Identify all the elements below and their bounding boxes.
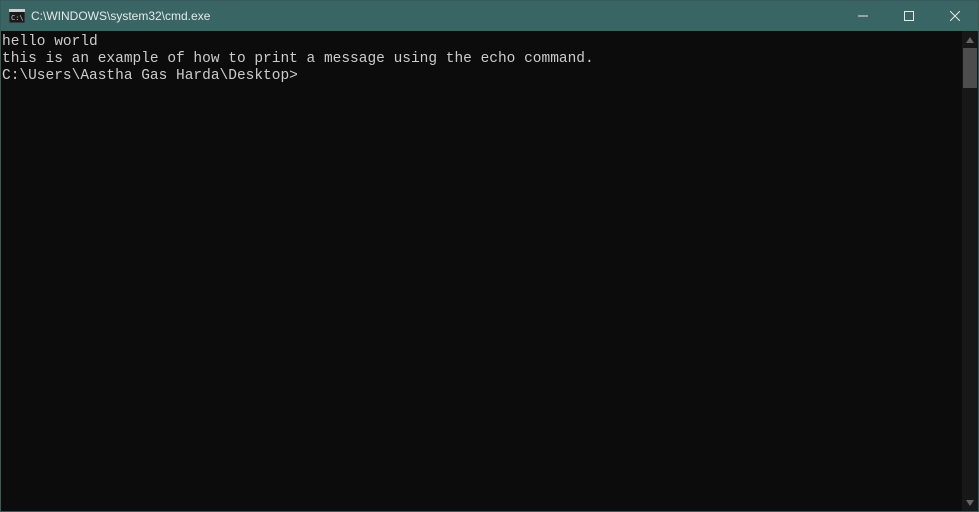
window-controls (840, 1, 978, 31)
scroll-thumb[interactable] (963, 48, 977, 88)
minimize-button[interactable] (840, 1, 886, 31)
svg-text:C:\: C:\ (11, 14, 24, 22)
close-button[interactable] (932, 1, 978, 31)
prompt-line: C:\Users\Aastha Gas Harda\Desktop> (2, 68, 961, 85)
content-area: hello worldthis is an example of how to … (1, 31, 978, 511)
scroll-up-arrow[interactable] (962, 31, 978, 48)
terminal-output[interactable]: hello worldthis is an example of how to … (1, 31, 962, 511)
titlebar[interactable]: C:\ C:\WINDOWS\system32\cmd.exe (1, 1, 978, 31)
maximize-button[interactable] (886, 1, 932, 31)
scroll-down-arrow[interactable] (962, 494, 978, 511)
window-title: C:\WINDOWS\system32\cmd.exe (31, 9, 840, 23)
vertical-scrollbar[interactable] (962, 31, 978, 511)
output-line: hello world (2, 34, 961, 51)
cmd-window: C:\ C:\WINDOWS\system32\cmd.exe hello wo… (0, 0, 979, 512)
output-line: this is an example of how to print a mes… (2, 51, 961, 68)
cmd-icon: C:\ (9, 9, 25, 23)
